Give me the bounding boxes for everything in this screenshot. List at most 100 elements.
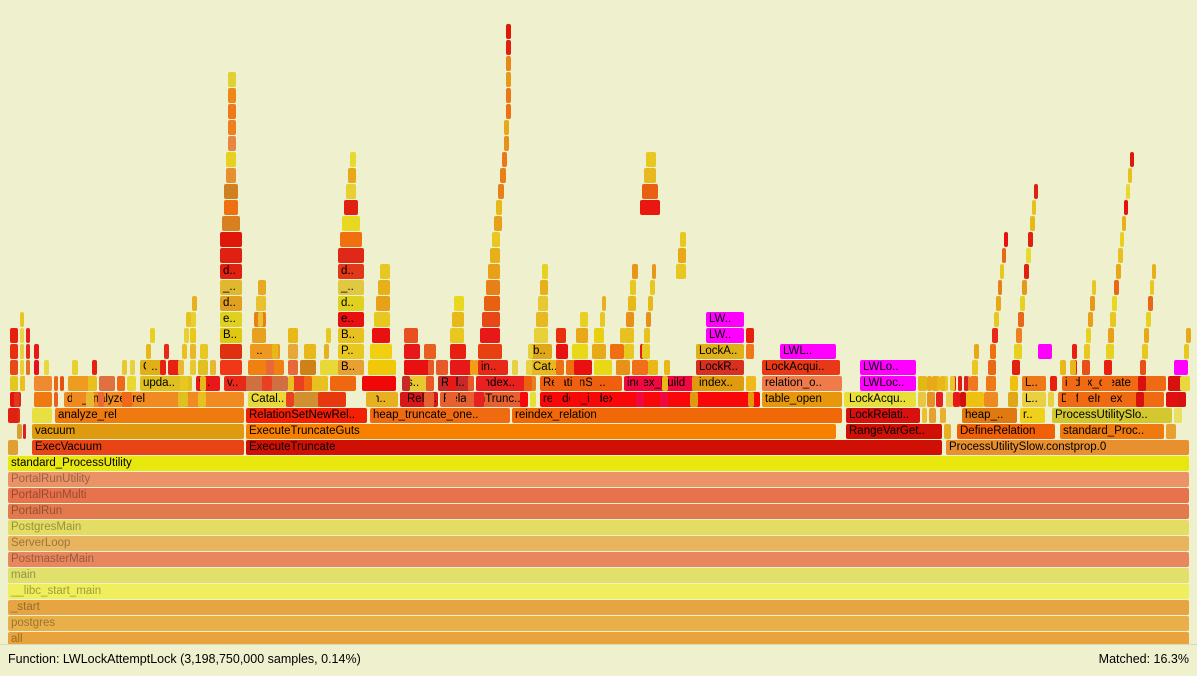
flame-frame-postgres[interactable]: postgres (8, 616, 1189, 631)
flame-frame[interactable] (542, 264, 548, 279)
flame-frame[interactable] (20, 312, 24, 327)
flame-frame[interactable] (178, 360, 184, 375)
flame-frame-s-[interactable] (378, 376, 381, 391)
flame-frame[interactable] (490, 248, 500, 263)
flame-frame[interactable] (940, 376, 945, 391)
flame-frame[interactable] (34, 360, 39, 375)
flame-frame[interactable] (44, 360, 49, 375)
flame-frame-all[interactable]: all (8, 632, 1189, 644)
flame-frame[interactable] (596, 344, 602, 359)
flame-frame[interactable] (680, 232, 686, 247)
flame-frame[interactable] (620, 328, 625, 343)
flame-frame[interactable] (8, 440, 18, 455)
flame-frame[interactable] (1004, 232, 1008, 247)
flame-frame[interactable] (652, 264, 656, 279)
flame-frame[interactable] (228, 136, 236, 151)
flame-frame[interactable] (350, 152, 356, 167)
flame-frame[interactable] (1128, 168, 1132, 183)
flame-frame-lwlo-[interactable]: LWLo.. (860, 360, 916, 375)
flame-frame-lockrelati-[interactable]: LockRelati.. (846, 408, 920, 423)
flame-frame[interactable] (530, 392, 536, 407)
flame-frame[interactable] (1082, 360, 1090, 375)
flame-frame-l-[interactable]: L.. (1022, 392, 1046, 407)
flame-frame[interactable] (117, 376, 125, 391)
flame-frame-d-[interactable]: d.. (338, 264, 364, 279)
flame-frame-heap_-[interactable]: heap_.. (962, 408, 1017, 423)
flame-frame[interactable] (560, 328, 565, 343)
flame-frame[interactable] (996, 296, 1001, 311)
flame-frame[interactable] (450, 360, 458, 375)
flame-frame[interactable] (288, 376, 294, 391)
flame-frame[interactable] (956, 392, 960, 407)
flame-frame[interactable] (88, 376, 94, 391)
flame-frame[interactable] (446, 392, 456, 407)
flame-frame-processutilityslo-[interactable]: ProcessUtilitySlo.. (1052, 408, 1172, 423)
flame-frame-e-[interactable]: e.. (220, 312, 242, 327)
flame-frame[interactable] (938, 392, 943, 407)
flame-frame[interactable] (1166, 424, 1176, 439)
flame-frame[interactable] (1184, 344, 1189, 359)
flame-frame[interactable] (228, 120, 236, 135)
flame-frame[interactable] (528, 344, 533, 359)
flame-frame[interactable] (220, 344, 242, 359)
flame-frame-_-[interactable]: _.. (220, 280, 242, 295)
flame-frame[interactable] (618, 344, 624, 359)
flame-frame[interactable] (504, 136, 509, 151)
flame-frame[interactable] (962, 392, 966, 407)
flame-frame[interactable] (692, 376, 698, 391)
flame-frame[interactable] (72, 392, 82, 407)
flame-frame[interactable] (570, 392, 580, 407)
flame-frame[interactable] (612, 392, 622, 407)
flame-frame[interactable] (1034, 184, 1038, 199)
flame-frame[interactable] (504, 120, 509, 135)
flame-frame[interactable] (1010, 376, 1018, 391)
flame-frame-execvacuum[interactable]: ExecVacuum (32, 440, 244, 455)
flame-frame[interactable] (600, 312, 605, 327)
flame-frame[interactable] (650, 280, 655, 295)
flame-frame[interactable] (998, 280, 1002, 295)
flame-frame[interactable] (330, 376, 356, 391)
flame-frame[interactable] (1032, 200, 1036, 215)
flame-frame[interactable] (300, 392, 310, 407)
flame-frame[interactable] (1104, 360, 1112, 375)
flame-frame[interactable] (1180, 376, 1188, 391)
flame-frame[interactable] (598, 328, 603, 343)
flame-frame[interactable] (1174, 408, 1182, 423)
flame-frame[interactable] (1144, 328, 1149, 343)
flame-frame[interactable] (34, 392, 52, 407)
flame-frame[interactable] (480, 328, 500, 343)
flame-frame[interactable] (746, 344, 754, 359)
flame-frame[interactable] (1140, 360, 1146, 375)
flame-frame[interactable] (26, 328, 30, 343)
flame-frame[interactable] (258, 312, 263, 327)
flame-frame[interactable] (306, 360, 312, 375)
flame-frame[interactable] (368, 376, 376, 391)
flame-frame[interactable] (272, 344, 278, 359)
flame-frame[interactable] (554, 376, 564, 391)
flame-frame[interactable] (372, 344, 378, 359)
flame-frame[interactable] (538, 296, 548, 311)
flame-frame[interactable] (72, 360, 78, 375)
flame-frame-in-[interactable]: in.. (478, 360, 508, 375)
flame-frame[interactable] (146, 344, 151, 359)
flame-frame[interactable] (122, 360, 127, 375)
flame-frame[interactable] (506, 104, 511, 119)
flame-frame-__libc_start_main[interactable]: __libc_start_main (8, 584, 1189, 599)
flame-frame[interactable] (930, 392, 935, 407)
flame-frame[interactable] (986, 376, 994, 391)
flame-frame[interactable] (92, 360, 97, 375)
flame-frame[interactable] (626, 312, 634, 327)
flame-frame[interactable] (26, 360, 30, 375)
flame-frame-rangevarget-[interactable]: RangeVarGet.. (846, 424, 942, 439)
flame-frame-index_create[interactable]: index_create (1062, 376, 1166, 391)
flame-frame[interactable] (640, 360, 648, 375)
flame-frame-lwloc-[interactable]: LWLoc.. (860, 376, 916, 391)
flame-frame[interactable] (644, 168, 656, 183)
flame-frame[interactable] (506, 88, 511, 103)
flame-frame[interactable] (512, 360, 518, 375)
flame-frame[interactable] (258, 280, 266, 295)
flame-frame[interactable] (644, 328, 650, 343)
flame-frame[interactable] (1178, 392, 1186, 407)
flame-frame[interactable] (1016, 328, 1022, 343)
flame-frame[interactable] (1030, 216, 1035, 231)
